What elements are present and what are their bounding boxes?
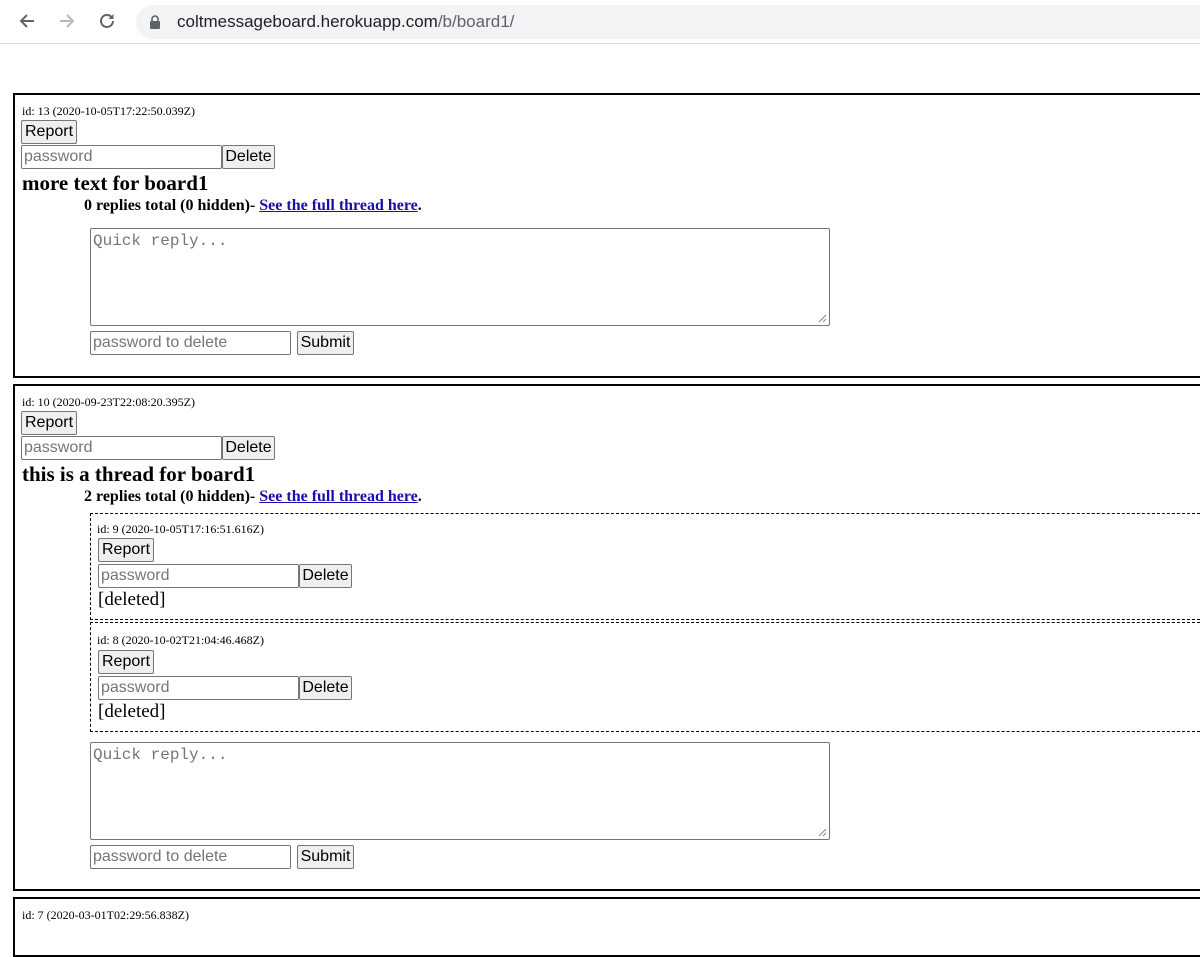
delete-thread-button[interactable]: Delete	[222, 436, 275, 460]
reply-delete-password-input[interactable]: password	[98, 564, 299, 588]
browser-toolbar: coltmessageboard.herokuapp.com/b/board1/	[0, 0, 1200, 44]
arrow-right-icon	[60, 14, 75, 28]
replies-count: 2 replies total (0 hidden)-	[84, 488, 260, 505]
reply-text: [deleted]	[98, 589, 166, 610]
url-host: coltmessageboard.herokuapp.com	[177, 12, 438, 31]
delete-reply-button[interactable]: Delete	[299, 564, 352, 588]
reply-card: id: 9 (2020-10-05T17:16:51.616Z) Report …	[90, 513, 1200, 620]
quick-reply-placeholder: Quick reply...	[93, 746, 228, 764]
summary-end: .	[417, 488, 422, 505]
thread-card: id: 13 (2020-10-05T17:22:50.039Z) Report…	[13, 93, 1200, 378]
thread-meta: id: 10 (2020-09-23T22:08:20.395Z)	[22, 395, 195, 409]
reload-button[interactable]	[92, 6, 122, 36]
resize-grip-icon[interactable]	[817, 313, 827, 323]
lock-icon	[150, 15, 160, 29]
url-text: coltmessageboard.herokuapp.com/b/board1/	[177, 5, 514, 39]
thread-title: this is a thread for board1	[22, 462, 256, 486]
reply-meta: id: 9 (2020-10-05T17:16:51.616Z)	[97, 522, 264, 536]
reply-password-input[interactable]: password to delete	[90, 331, 291, 355]
reply-password-input[interactable]: password to delete	[90, 845, 291, 869]
quick-reply-placeholder: Quick reply...	[93, 232, 228, 250]
report-reply-button[interactable]: Report	[98, 650, 154, 674]
submit-reply-button[interactable]: Submit	[297, 845, 354, 869]
replies-summary: 2 replies total (0 hidden)- See the full…	[84, 488, 422, 506]
resize-grip-icon[interactable]	[817, 827, 827, 837]
delete-password-input[interactable]: password	[21, 145, 222, 169]
address-bar[interactable]: coltmessageboard.herokuapp.com/b/board1/	[136, 5, 1200, 39]
back-button[interactable]	[12, 6, 42, 36]
reload-icon	[100, 14, 114, 28]
summary-end: .	[417, 197, 422, 214]
forward-button[interactable]	[52, 6, 82, 36]
report-reply-button[interactable]: Report	[98, 538, 154, 562]
thread-title: more text for board1	[22, 171, 209, 195]
arrow-left-icon	[19, 14, 34, 28]
replies-summary: 0 replies total (0 hidden)- See the full…	[84, 197, 422, 215]
replies-count: 0 replies total (0 hidden)-	[84, 197, 260, 214]
full-thread-link[interactable]: See the full thread here	[259, 197, 418, 214]
reply-delete-password-input[interactable]: password	[98, 676, 299, 700]
reply-meta: id: 8 (2020-10-02T21:04:46.468Z)	[97, 633, 264, 647]
url-path: /b/board1/	[437, 12, 515, 31]
thread-card: id: 10 (2020-09-23T22:08:20.395Z) Report…	[13, 384, 1200, 891]
report-thread-button[interactable]: Report	[21, 120, 77, 144]
thread-meta: id: 13 (2020-10-05T17:22:50.039Z)	[22, 104, 195, 118]
delete-password-input[interactable]: password	[21, 436, 222, 460]
full-thread-link[interactable]: See the full thread here	[259, 488, 418, 505]
reply-card: id: 8 (2020-10-02T21:04:46.468Z) Report …	[90, 622, 1200, 732]
report-thread-button[interactable]: Report	[21, 411, 77, 435]
reply-text: [deleted]	[98, 701, 166, 722]
delete-thread-button[interactable]: Delete	[222, 145, 275, 169]
quick-reply-textarea[interactable]: Quick reply...	[90, 228, 830, 326]
quick-reply-textarea[interactable]: Quick reply...	[90, 742, 830, 840]
delete-reply-button[interactable]: Delete	[299, 676, 352, 700]
thread-card: id: 7 (2020-03-01T02:29:56.838Z)	[13, 897, 1200, 957]
submit-reply-button[interactable]: Submit	[297, 331, 354, 355]
